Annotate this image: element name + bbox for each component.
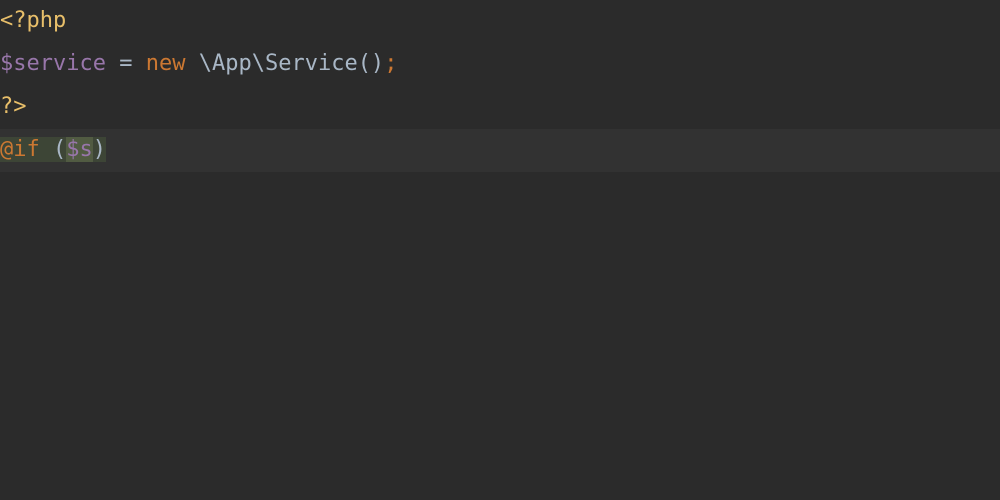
- parentheses-token: (): [358, 51, 385, 76]
- php-close-tag: ?>: [0, 94, 27, 119]
- semicolon-token: ;: [384, 51, 397, 76]
- backslash-token: \: [199, 51, 212, 76]
- space-token: [106, 51, 119, 76]
- blade-directive: @if: [0, 137, 40, 162]
- equals-token: =: [119, 51, 132, 76]
- code-line-4-current: @if ($s): [0, 129, 1000, 172]
- space-token: [132, 51, 145, 76]
- code-line-3: ?>: [0, 86, 1000, 129]
- variable-token: $service: [0, 51, 106, 76]
- code-line-2: $service = new \App\Service();: [0, 43, 1000, 86]
- close-paren-token: ): [93, 137, 106, 162]
- classname-token: Service: [265, 51, 358, 76]
- namespace-token: App: [212, 51, 252, 76]
- space-token: [185, 51, 198, 76]
- code-line-1: <?php: [0, 0, 1000, 43]
- code-editor[interactable]: <?php $service = new \App\Service(); ?> …: [0, 0, 1000, 500]
- new-keyword: new: [146, 51, 186, 76]
- open-paren-token: (: [53, 137, 66, 162]
- backslash-token: \: [252, 51, 265, 76]
- variable-typing: $s: [66, 137, 93, 162]
- php-open-tag: <?php: [0, 8, 66, 33]
- space-token: [40, 137, 53, 162]
